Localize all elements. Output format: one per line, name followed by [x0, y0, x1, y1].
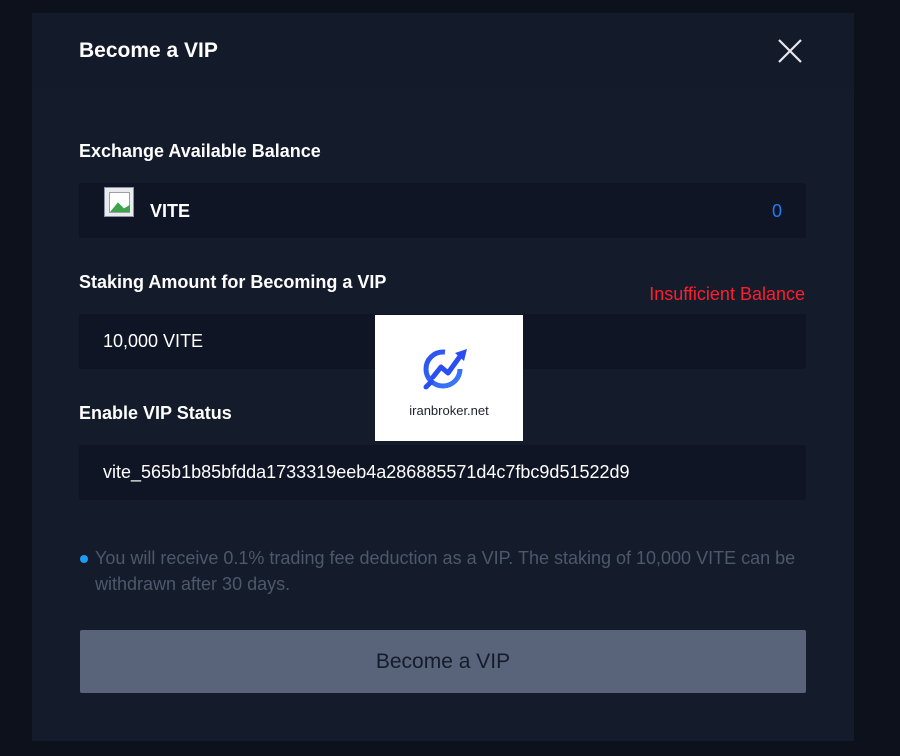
become-vip-button[interactable]: Become a VIP — [80, 630, 806, 693]
vip-address-field: vite_565b1b85bfdda1733319eeb4a286885571d… — [79, 445, 806, 500]
coin-balance: 0 — [771, 201, 782, 221]
dialog-header: Become a VIP — [32, 13, 854, 89]
dialog-title: Become a VIP — [79, 39, 218, 62]
vip-info-note: You will receive 0.1% trading fee deduct… — [80, 545, 800, 597]
insufficient-balance-error: Insufficient Balance — [649, 284, 805, 304]
vip-address-value: vite_565b1b85bfdda1733319eeb4a286885571d… — [103, 462, 630, 482]
close-icon — [778, 39, 802, 63]
chart-search-logo-icon — [423, 349, 467, 390]
staking-amount-value: 10,000 VITE — [103, 331, 204, 351]
vip-status-label: Enable VIP Status — [79, 403, 232, 423]
watermark-text: iranbroker.net — [409, 403, 489, 418]
bullet-dot-icon — [80, 555, 88, 563]
coin-name: VITE — [150, 201, 191, 221]
vip-info-text: You will receive 0.1% trading fee deduct… — [95, 548, 796, 594]
balance-label: Exchange Available Balance — [79, 141, 321, 161]
close-button[interactable] — [776, 37, 804, 65]
broken-image-icon — [104, 187, 134, 217]
balance-field: VITE 0 — [79, 183, 806, 238]
staking-label: Staking Amount for Becoming a VIP — [79, 272, 387, 292]
watermark: iranbroker.net — [375, 315, 523, 441]
